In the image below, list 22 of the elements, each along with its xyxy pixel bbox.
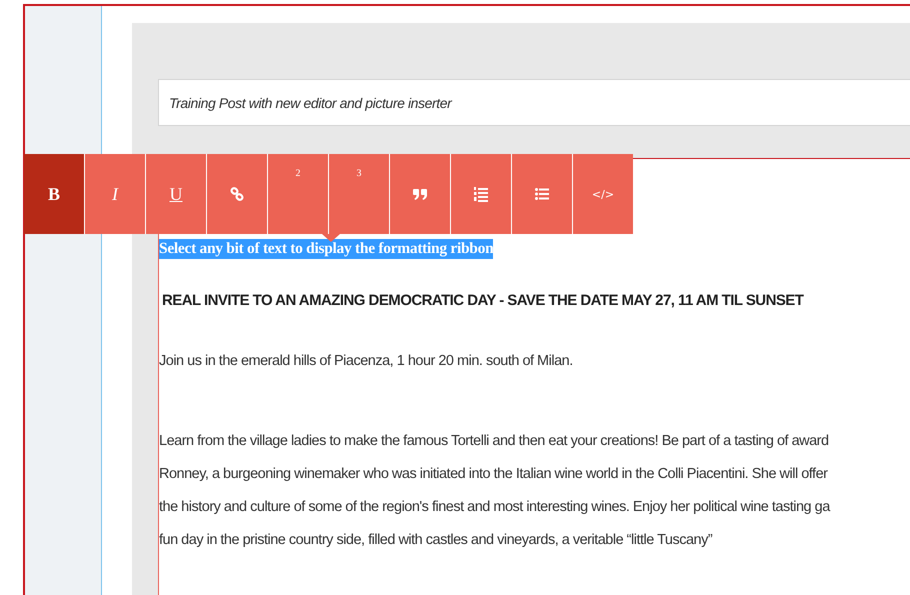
paragraph-line: Learn from the village ladies to make the famous Tortelli and then eat your creations! Be part of a tasting of award	[159, 432, 830, 451]
italic-button[interactable]: I	[85, 154, 145, 234]
toolbar-pointer	[322, 234, 340, 242]
superscript-button[interactable]: 3	[329, 154, 389, 234]
selected-text: Select any bit of text to display the formatting ribbon	[159, 239, 494, 259]
superscript-button[interactable]: 2	[268, 154, 328, 234]
quote-button[interactable]	[390, 154, 450, 234]
intro-text: Join us in the emerald hills of Piacenza, 1 hour 20 min. south of Milan.	[159, 353, 574, 369]
bullet-list-icon	[535, 188, 549, 200]
underline-button[interactable]: U	[146, 154, 206, 234]
paragraph-line: the history and culture of some of the region's finest and most interesting wines. Enjoy her political wine tasting ga	[159, 498, 832, 517]
quote-icon	[413, 188, 427, 200]
paragraph-line: fun day in the pristine country side, filled with castles and vineyards, a veritable “little Tuscany”	[159, 531, 714, 550]
post-heading: REAL INVITE TO AN AMAZING DEMOCRATIC DAY - SAVE THE DATE MAY 27, 11 AM TIL SUNSET	[162, 292, 805, 309]
link-button[interactable]	[207, 154, 267, 234]
bold-button[interactable]: B	[24, 154, 84, 234]
code-button[interactable]: </>	[573, 154, 633, 234]
title-field[interactable]: Training Post with new editor and picture inserter	[158, 79, 910, 126]
link-icon	[230, 187, 244, 201]
numbered-list-button[interactable]	[451, 154, 511, 234]
paragraph-line: Ronney, a burgeoning winemaker who was initiated into the Italian wine world in the Colli Piacentini. She will offer	[159, 465, 829, 484]
numbered-list-icon	[474, 186, 488, 202]
